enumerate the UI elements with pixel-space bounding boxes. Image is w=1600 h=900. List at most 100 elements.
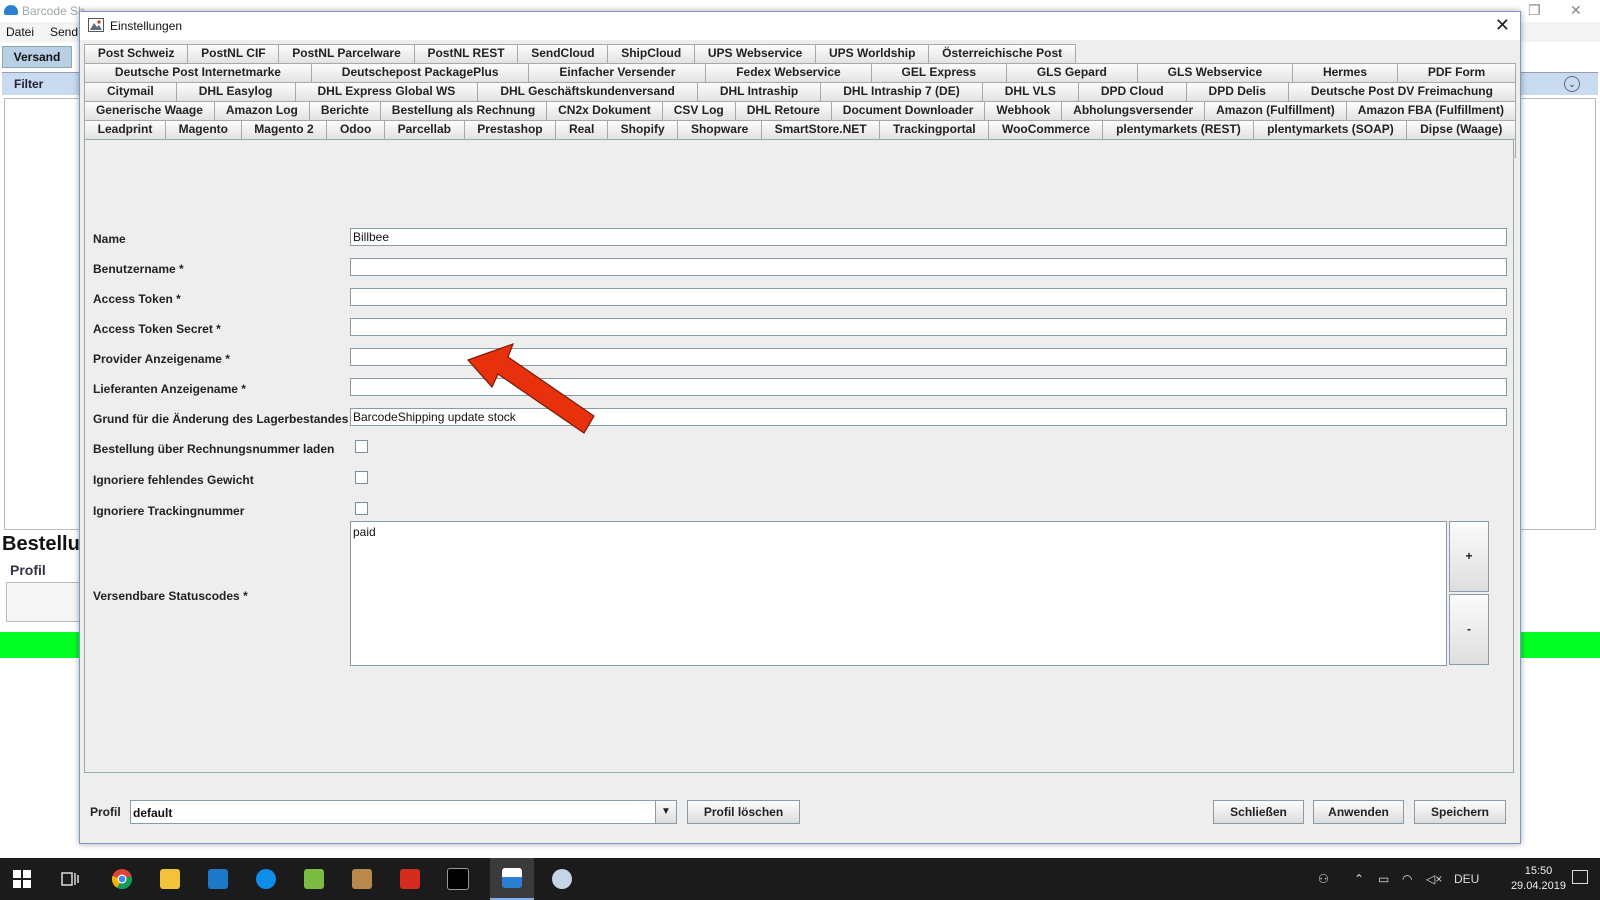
tab-dhl-intraship[interactable]: DHL Intraship — [697, 82, 822, 101]
tab-post-schweiz[interactable]: Post Schweiz — [84, 44, 189, 63]
delete-profile-button[interactable]: Profil löschen — [687, 800, 800, 824]
dialog-title: Einstellungen — [110, 19, 183, 33]
people-icon[interactable]: ⚇ — [1318, 872, 1329, 886]
tab-parcellab[interactable]: Parcellab — [384, 120, 465, 139]
tab-fedex-webservice[interactable]: Fedex Webservice — [706, 63, 872, 82]
tab-deutsche-post-dv-freimachung[interactable]: Deutsche Post DV Freimachung — [1288, 82, 1516, 101]
tray-chevron-icon[interactable]: ⌃ — [1354, 872, 1364, 886]
paint-icon[interactable] — [540, 858, 584, 900]
tab-amazon-log[interactable]: Amazon Log — [214, 101, 310, 120]
dialog-close-icon[interactable]: ✕ — [1495, 15, 1510, 36]
add-statuscode-button[interactable]: + — [1449, 521, 1489, 592]
gewicht-checkbox[interactable] — [355, 471, 368, 484]
statuscode-item[interactable]: paid — [353, 525, 1444, 539]
tab-hermes[interactable]: Hermes — [1293, 63, 1398, 82]
menu-datei[interactable]: Datei — [6, 25, 34, 39]
notepad-icon[interactable] — [292, 858, 336, 900]
tab-shopify[interactable]: Shopify — [607, 120, 679, 139]
benutzername-input[interactable] — [350, 258, 1507, 276]
tab-magento-2[interactable]: Magento 2 — [241, 120, 328, 139]
tab-dhl-retoure[interactable]: DHL Retoure — [735, 101, 832, 120]
trackingnummer-checkbox[interactable] — [355, 502, 368, 515]
tab-generische-waage[interactable]: Generische Waage — [84, 101, 215, 120]
tab-amazon-fulfillment[interactable]: Amazon (Fulfillment) — [1205, 101, 1347, 120]
tab-dhl-geschäftskundenversand[interactable]: DHL Geschäftskundenversand — [478, 82, 698, 101]
network-icon[interactable]: ◠ — [1402, 872, 1412, 886]
tab-deutsche-post-internetmarke[interactable]: Deutsche Post Internetmarke — [84, 63, 312, 82]
tab-gls-webservice[interactable]: GLS Webservice — [1137, 63, 1294, 82]
tab-real[interactable]: Real — [556, 120, 608, 139]
tab-postnl-rest[interactable]: PostNL REST — [414, 44, 519, 63]
tab-berichte[interactable]: Berichte — [309, 101, 381, 120]
terminal-icon[interactable] — [436, 858, 480, 900]
tab-postnl-parcelware[interactable]: PostNL Parcelware — [279, 44, 415, 63]
tab-dipse-waage[interactable]: Dipse (Waage) — [1407, 120, 1516, 139]
windows-start-icon[interactable] — [0, 858, 44, 900]
tab-amazon-fba-fulfillment[interactable]: Amazon FBA (Fulfillment) — [1346, 101, 1516, 120]
tab-einfacher-versender[interactable]: Einfacher Versender — [529, 63, 707, 82]
barcode-shipping-taskbar-icon[interactable] — [490, 858, 534, 900]
statuscodes-list[interactable]: paid — [350, 521, 1447, 666]
tab-plentymarkets-soap[interactable]: plentymarkets (SOAP) — [1254, 120, 1408, 139]
tab-odoo[interactable]: Odoo — [327, 120, 385, 139]
access-token-secret-input[interactable] — [350, 318, 1507, 336]
tab-shipcloud[interactable]: ShipCloud — [608, 44, 696, 63]
notification-icon[interactable] — [1572, 870, 1588, 884]
volume-icon[interactable]: ◁× — [1426, 872, 1442, 886]
file-explorer-icon[interactable] — [148, 858, 192, 900]
tab-cn2x-dokument[interactable]: CN2x Dokument — [547, 101, 663, 120]
tab-dpd-cloud[interactable]: DPD Cloud — [1078, 82, 1187, 101]
tab-gls-gepard[interactable]: GLS Gepard — [1006, 63, 1138, 82]
tab-woocommerce[interactable]: WooCommerce — [989, 120, 1104, 139]
expand-filter-icon[interactable]: ⌄ — [1564, 76, 1580, 92]
apply-button[interactable]: Anwenden — [1313, 800, 1404, 824]
save-button[interactable]: Speichern — [1414, 800, 1506, 824]
tab-citymail[interactable]: Citymail — [84, 82, 177, 101]
tab-dhl-easylog[interactable]: DHL Easylog — [176, 82, 296, 101]
close-button[interactable]: Schließen — [1213, 800, 1304, 824]
battery-icon[interactable]: ▭ — [1378, 872, 1389, 886]
clock[interactable]: 15:50 29.04.2019 — [1511, 864, 1566, 894]
teamviewer-icon[interactable] — [244, 858, 288, 900]
tab-dhl-vls[interactable]: DHL VLS — [982, 82, 1079, 101]
language-indicator[interactable]: DEU — [1454, 872, 1479, 886]
tab-leadprint[interactable]: Leadprint — [84, 120, 166, 139]
profile-select[interactable]: default ▼ — [130, 800, 677, 824]
tab-deutschepost-packageplus[interactable]: Deutschepost PackagePlus — [311, 63, 530, 82]
rechnungsnummer-checkbox[interactable] — [355, 440, 368, 453]
vscode-icon[interactable] — [196, 858, 240, 900]
tab-magento[interactable]: Magento — [165, 120, 242, 139]
tab-österreichische-post[interactable]: Österreichische Post — [929, 44, 1077, 63]
package-icon[interactable] — [340, 858, 384, 900]
tab-webhook[interactable]: Webhook — [985, 101, 1063, 120]
tab-csv-log[interactable]: CSV Log — [662, 101, 736, 120]
close-icon[interactable]: ✕ — [1570, 2, 1582, 19]
tab-dhl-intraship-7-de[interactable]: DHL Intraship 7 (DE) — [821, 82, 983, 101]
tab-pdf-form[interactable]: PDF Form — [1397, 63, 1517, 82]
tab-postnl-cif[interactable]: PostNL CIF — [188, 44, 280, 63]
tab-sendcloud[interactable]: SendCloud — [518, 44, 609, 63]
remove-statuscode-button[interactable]: - — [1449, 594, 1489, 665]
tab-ups-webservice[interactable]: UPS Webservice — [695, 44, 817, 63]
task-view-icon[interactable] — [48, 858, 92, 900]
restore-icon[interactable]: ❐ — [1528, 2, 1541, 19]
acrobat-icon[interactable] — [388, 858, 432, 900]
name-input[interactable] — [350, 228, 1507, 246]
tab-gel-express[interactable]: GEL Express — [871, 63, 1007, 82]
tab-prestashop[interactable]: Prestashop — [464, 120, 557, 139]
tab-abholungsversender[interactable]: Abholungsversender — [1062, 101, 1206, 120]
tab-versand[interactable]: Versand — [2, 46, 72, 68]
chevron-down-icon[interactable]: ▼ — [655, 801, 676, 823]
tab-smartstore-net[interactable]: SmartStore.NET — [761, 120, 881, 139]
tab-shopware[interactable]: Shopware — [678, 120, 762, 139]
chrome-icon[interactable] — [100, 858, 144, 900]
menu-send[interactable]: Send — [50, 25, 78, 39]
tab-ups-worldship[interactable]: UPS Worldship — [816, 44, 930, 63]
tab-trackingportal[interactable]: Trackingportal — [880, 120, 990, 139]
tab-dpd-delis[interactable]: DPD Delis — [1186, 82, 1289, 101]
tab-dhl-express-global-ws[interactable]: DHL Express Global WS — [295, 82, 479, 101]
tab-plentymarkets-rest[interactable]: plentymarkets (REST) — [1103, 120, 1255, 139]
tab-bestellung-als-rechnung[interactable]: Bestellung als Rechnung — [380, 101, 548, 120]
access-token-input[interactable] — [350, 288, 1507, 306]
tab-document-downloader[interactable]: Document Downloader — [831, 101, 986, 120]
